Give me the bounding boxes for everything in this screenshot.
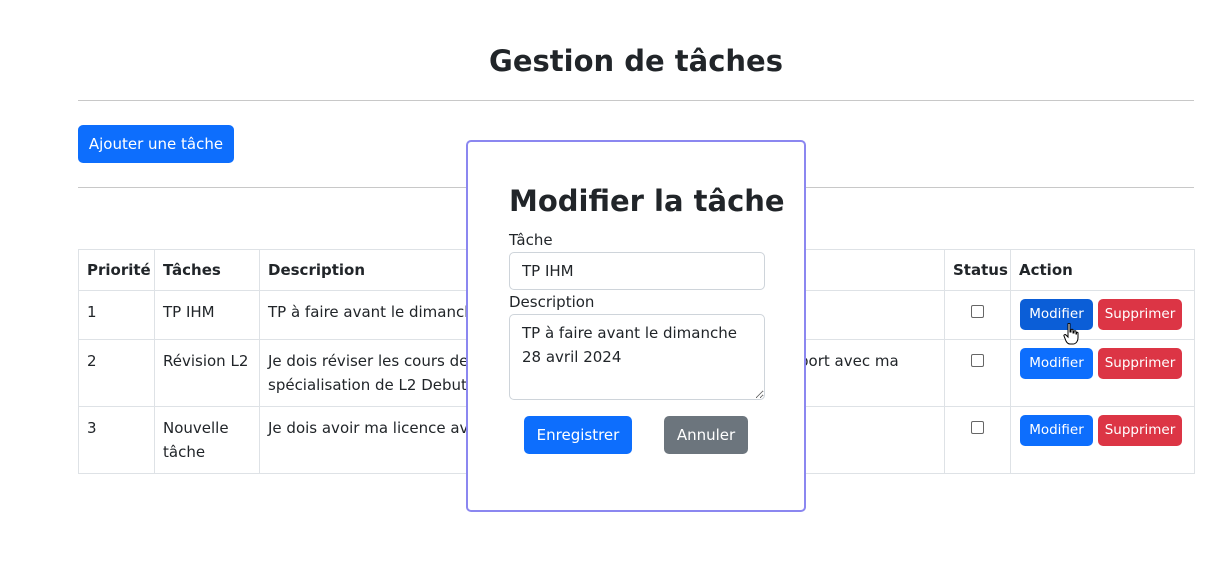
status-checkbox[interactable]	[971, 421, 984, 434]
row-status	[944, 290, 1011, 340]
delete-button[interactable]: Supprimer	[1098, 415, 1182, 446]
row-task: Nouvelle tâche	[154, 406, 260, 474]
cancel-button[interactable]: Annuler	[664, 416, 748, 454]
row-task: TP IHM	[154, 290, 260, 340]
row-actions: Modifier Supprimer	[1010, 339, 1195, 407]
row-priority: 1	[78, 290, 155, 340]
description-line-end: port avec ma	[799, 352, 899, 370]
status-checkbox[interactable]	[971, 354, 984, 367]
header-priority: Priorité	[78, 249, 155, 291]
status-checkbox[interactable]	[971, 305, 984, 318]
row-priority: 3	[78, 406, 155, 474]
row-task: Révision L2	[154, 339, 260, 407]
edit-task-modal: Modifier la tâche Tâche Description TP à…	[466, 140, 806, 512]
header-status: Status	[944, 249, 1011, 291]
divider-top	[78, 100, 1194, 101]
row-actions: Modifier Supprimer	[1010, 290, 1195, 340]
row-priority: 2	[78, 339, 155, 407]
save-button[interactable]: Enregistrer	[524, 416, 632, 454]
delete-button[interactable]: Supprimer	[1098, 299, 1182, 330]
description-label: Description	[509, 293, 595, 311]
task-input[interactable]	[509, 252, 765, 290]
modal-title: Modifier la tâche	[509, 184, 785, 218]
page-title: Gestion de tâches	[489, 44, 783, 78]
add-task-button[interactable]: Ajouter une tâche	[78, 125, 234, 163]
task-label: Tâche	[509, 231, 553, 249]
delete-button[interactable]: Supprimer	[1098, 348, 1182, 379]
hand-pointer-icon	[1063, 323, 1079, 345]
row-actions: Modifier Supprimer	[1010, 406, 1195, 474]
edit-button[interactable]: Modifier	[1020, 299, 1093, 330]
header-task: Tâches	[154, 249, 260, 291]
row-status	[944, 339, 1011, 407]
description-line: Je dois réviser les cours de	[268, 352, 469, 370]
edit-button[interactable]: Modifier	[1020, 348, 1093, 379]
row-status	[944, 406, 1011, 474]
header-action: Action	[1010, 249, 1195, 291]
edit-button[interactable]: Modifier	[1020, 415, 1093, 446]
description-textarea[interactable]: TP à faire avant le dimanche 28 avril 20…	[509, 314, 765, 400]
